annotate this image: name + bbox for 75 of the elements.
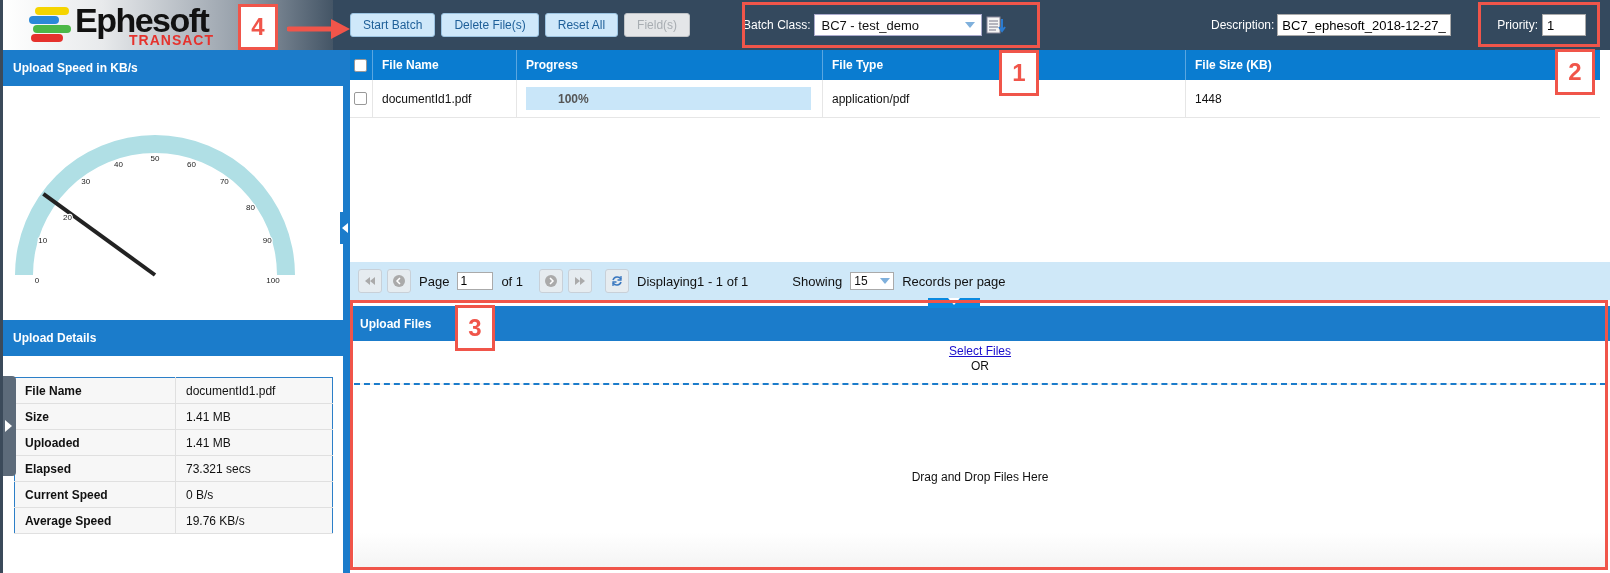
page-size-dropdown[interactable]: 15 (850, 272, 895, 290)
detail-value: 73.321 secs (175, 455, 333, 482)
showing-label: Showing (792, 273, 843, 289)
row-checkbox[interactable] (354, 92, 367, 105)
gauge-tick-label: 10 (38, 235, 48, 245)
detail-label: Size (14, 403, 176, 430)
gauge-tick-label: 80 (246, 202, 255, 212)
gauge-tick-label: 60 (187, 159, 196, 169)
detail-value: 1.41 MB (175, 429, 333, 456)
records-label: Records per page (902, 273, 1006, 289)
gauge-tick-label: 50 (150, 154, 160, 163)
caret-icon (965, 22, 976, 28)
callout-number: 1 (999, 50, 1039, 96)
triangle-right-icon (4, 420, 12, 432)
detail-value: 19.76 KB/s (175, 507, 333, 534)
column-header[interactable]: Progress (516, 50, 822, 80)
gauge-tick-label: 40 (114, 159, 123, 169)
gauge-tick-label: 0 (34, 276, 40, 285)
display-count: Displaying1 - 1 of 1 (637, 273, 749, 289)
description-label: Description: (1210, 18, 1275, 32)
detail-label: Current Speed (14, 481, 176, 508)
toolbar-button[interactable]: Delete File(s) (441, 13, 539, 37)
collapse-handle[interactable] (928, 298, 980, 308)
caret-icon (880, 278, 891, 284)
triangle-left-icon (342, 223, 348, 233)
select-all-checkbox[interactable] (354, 58, 367, 72)
page-count: of 1 (501, 273, 524, 289)
callout-number: 3 (455, 305, 495, 351)
panel-title: Upload Files (360, 316, 432, 331)
priority-field[interactable]: 1 (1542, 14, 1586, 36)
column-header[interactable]: File Name (372, 50, 516, 80)
toolbar-button[interactable]: Start Batch (350, 13, 436, 37)
next-page-button[interactable] (539, 269, 564, 293)
previous-page-button[interactable] (387, 269, 411, 293)
page-number-field[interactable]: 1 (457, 272, 494, 290)
detail-label: Uploaded (14, 429, 176, 456)
refresh-icon (611, 275, 624, 287)
gauge-tick-label: 30 (81, 176, 91, 186)
table-cell: documentId1.pdf (372, 80, 516, 117)
refresh-button[interactable] (605, 269, 630, 293)
double-right-icon (575, 277, 586, 285)
page-label: Page (419, 273, 450, 289)
logo-wordmark: Ephesoft (75, 3, 209, 37)
callout-arrow (287, 18, 351, 40)
callout-number: 2 (1555, 49, 1595, 95)
last-page-button[interactable] (568, 269, 593, 293)
stripes-logo-icon (27, 5, 73, 45)
triangle-down-icon (948, 298, 960, 305)
drop-zone[interactable]: Drag and Drop Files Here (354, 383, 1606, 569)
panel-title: Upload Speed in KB/s (3, 50, 343, 86)
gauge-tick-label: 20 (63, 212, 72, 222)
expand-handle[interactable] (3, 376, 16, 476)
gauge-tick-label: 70 (219, 176, 229, 186)
circle-right-icon (545, 275, 558, 287)
description-field[interactable]: BC7_ephesoft_2018-12-27_ (1277, 14, 1452, 36)
circle-left-icon (393, 275, 405, 287)
detail-value: 0 B/s (175, 481, 333, 508)
priority-label: Priority: (1497, 18, 1538, 32)
select-files-link[interactable]: Select Files (949, 344, 1011, 358)
detail-value: 1.41 MB (175, 403, 333, 430)
gauge-tick-label: 90 (262, 235, 272, 245)
detail-label: File Name (14, 377, 176, 404)
progress-bar: 100% (526, 87, 811, 110)
batch-class-dropdown[interactable]: BC7 - test_demo (814, 14, 983, 36)
double-left-icon (365, 277, 375, 285)
gauge-tick-label: 100 (266, 276, 280, 285)
or-text: OR (971, 359, 989, 373)
panel-title: Upload Details (3, 320, 343, 356)
first-page-button[interactable] (358, 269, 382, 293)
toolbar-button[interactable]: Reset All (544, 13, 619, 37)
detail-label: Average Speed (14, 507, 176, 534)
detail-value: documentId1.pdf (175, 377, 333, 404)
detail-label: Elapsed (14, 455, 176, 482)
list-download-icon[interactable] (986, 15, 1007, 35)
callout-number: 4 (238, 4, 278, 50)
